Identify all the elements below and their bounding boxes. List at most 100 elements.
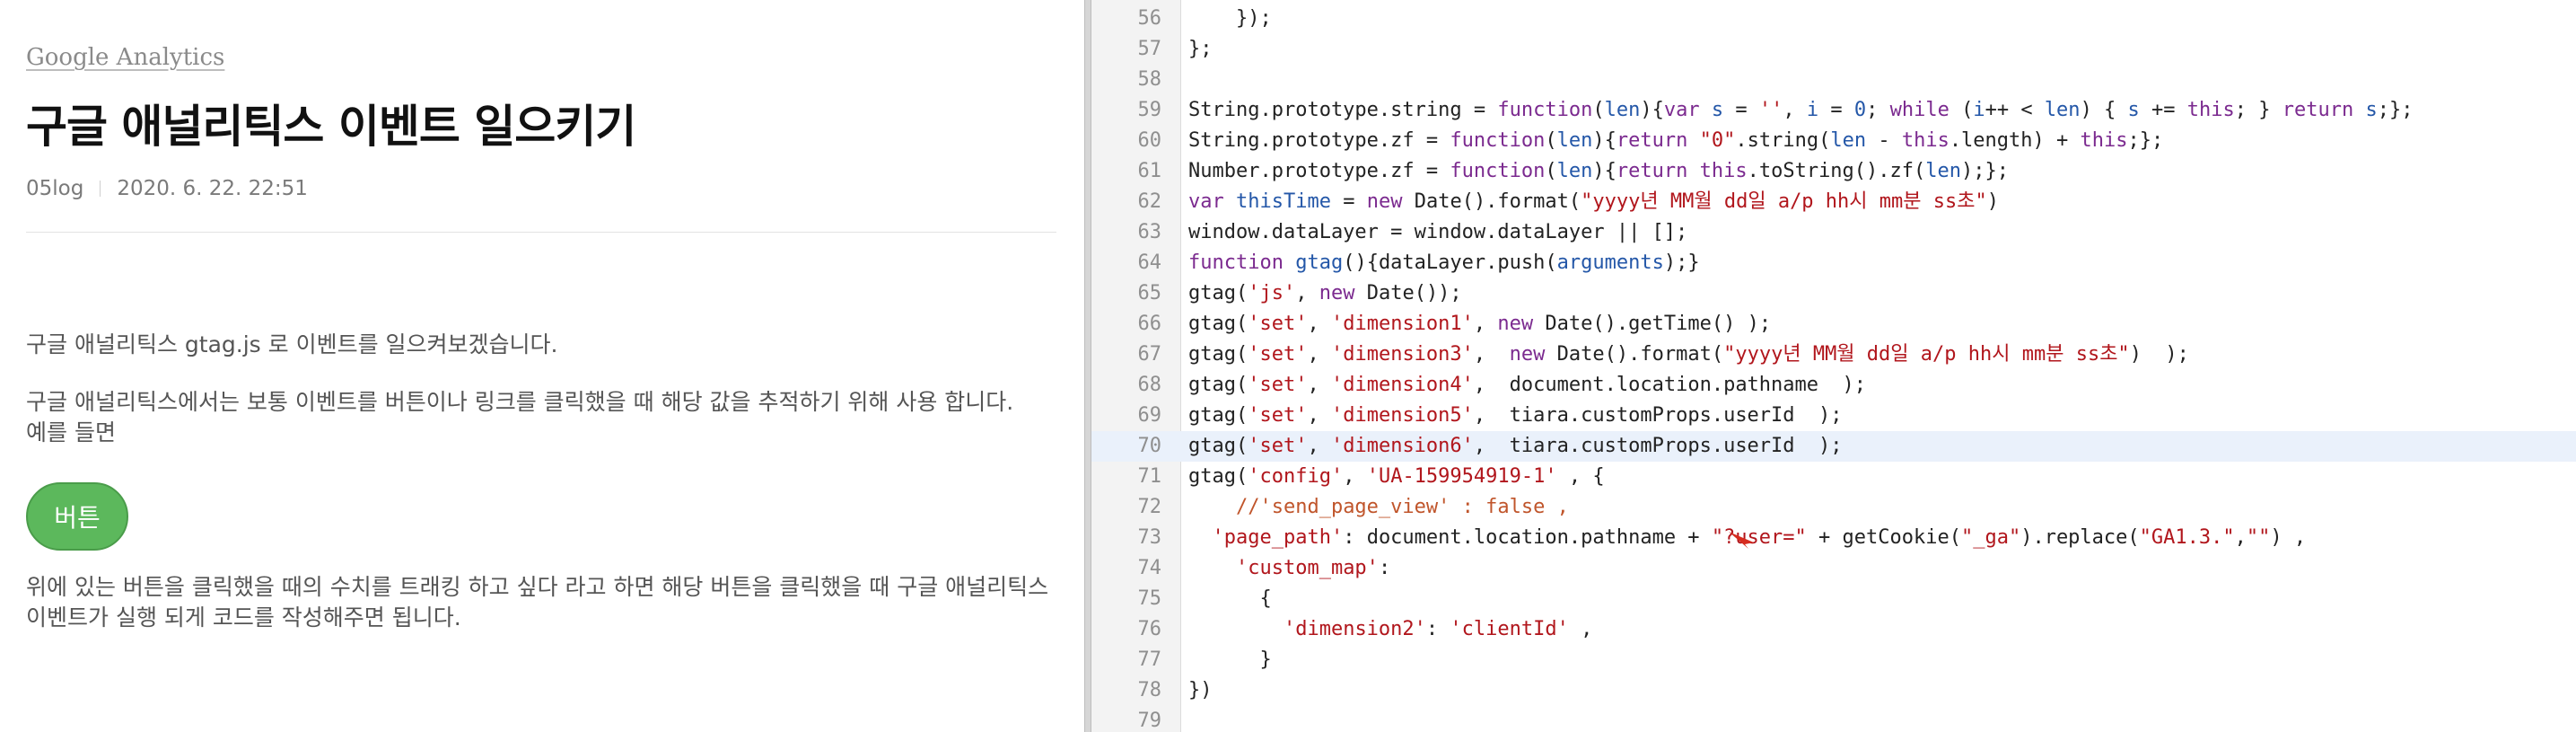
- code-token: +=: [2139, 99, 2187, 121]
- code-token: len: [1604, 99, 1641, 121]
- code-token: ,: [1307, 374, 1331, 396]
- code-line[interactable]: 71 gtag('config', 'UA-159954919-1' , {: [1091, 462, 2576, 492]
- code-token: 'UA-159954919-1': [1366, 465, 1557, 488]
- code-line[interactable]: 57};: [1091, 34, 2576, 65]
- code-text: //'send_page_view' : false ,: [1188, 492, 1569, 523]
- code-token: + getCookie(: [1806, 526, 1961, 549]
- code-token: .toString().zf(: [1747, 160, 1926, 182]
- code-text: window.dataLayer = window.dataLayer || […: [1188, 217, 1687, 248]
- code-token: function: [1450, 129, 1546, 152]
- code-token: "GA1.3.": [2139, 526, 2235, 549]
- code-token: String.prototype.string =: [1188, 99, 1498, 121]
- code-line[interactable]: 75 {: [1091, 584, 2576, 614]
- category-link[interactable]: Google Analytics: [26, 40, 224, 75]
- code-token: "?user=": [1711, 526, 1807, 549]
- line-number: 60: [1137, 129, 1162, 152]
- post-author[interactable]: 05log: [26, 172, 83, 205]
- code-token: len: [1556, 160, 1593, 182]
- code-token: :: [1425, 618, 1450, 640]
- code-token: });: [1188, 7, 1272, 30]
- code-token: gtag(: [1188, 465, 1249, 488]
- code-token: "0": [1699, 129, 1736, 152]
- code-lines[interactable]: 56 }); 57}; 58 59 String.prototype.string = …: [1091, 4, 2576, 732]
- code-token: ,: [1307, 435, 1331, 457]
- code-line[interactable]: 66 gtag('set', 'dimension1', new Date().g…: [1091, 309, 2576, 340]
- code-line[interactable]: 78}): [1091, 675, 2576, 706]
- code-token: gtag(: [1188, 343, 1249, 366]
- code-token: ) );: [2129, 343, 2189, 366]
- code-line[interactable]: 59 String.prototype.string = function(len…: [1091, 95, 2576, 126]
- line-number: 64: [1137, 251, 1162, 274]
- code-line[interactable]: 70 gtag('set', 'dimension6', tiara.custom…: [1091, 431, 2576, 462]
- code-token: var: [1663, 99, 1700, 121]
- code-line[interactable]: 60 String.prototype.zf = function(len){re…: [1091, 126, 2576, 156]
- code-token: :: [1378, 557, 1391, 579]
- code-text: gtag('js', new Date());: [1188, 278, 1462, 309]
- line-number: 72: [1137, 496, 1162, 518]
- code-token: .length) +: [1949, 129, 2081, 152]
- code-line[interactable]: 77 }: [1091, 645, 2576, 675]
- code-line[interactable]: 72 //'send_page_view' : false ,: [1091, 492, 2576, 523]
- paragraph-intro: 구글 애널리틱스 gtag.js 로 이벤트를 일으켜보겠습니다.: [26, 331, 558, 357]
- code-token: new: [1366, 190, 1403, 213]
- code-token: gtag: [1295, 251, 1344, 274]
- code-token: gtag(: [1188, 374, 1249, 396]
- code-token: );}: [1663, 251, 1700, 274]
- post-title: 구글 애널리틱스 이벤트 일으키기: [26, 101, 636, 153]
- code-token: Date());: [1354, 282, 1462, 304]
- code-line[interactable]: 73 'page_path': document.location.pathna…: [1091, 523, 2576, 553]
- code-line[interactable]: 68 gtag('set', 'dimension4', document.loc…: [1091, 370, 2576, 401]
- code-token: 'set': [1248, 435, 1308, 457]
- code-line[interactable]: 76 'dimension2': 'clientId' ,: [1091, 614, 2576, 645]
- code-line[interactable]: 74 'custom_map':: [1091, 553, 2576, 584]
- line-number: 75: [1137, 587, 1162, 610]
- code-token: }): [1188, 679, 1213, 701]
- code-token: ){: [1592, 129, 1617, 152]
- code-token: ).replace(: [2020, 526, 2140, 549]
- code-line[interactable]: 67 gtag('set', 'dimension3', new Date().f…: [1091, 340, 2576, 370]
- code-token: 'js': [1248, 282, 1296, 304]
- code-token: this: [2186, 99, 2235, 121]
- demo-button[interactable]: 버튼: [26, 482, 128, 551]
- panel-splitter[interactable]: [1084, 0, 1091, 732]
- line-number: 76: [1137, 618, 1162, 640]
- line-number: 57: [1137, 38, 1162, 60]
- post-date: 2020. 6. 22. 22:51: [117, 177, 308, 200]
- code-token: =: [1818, 99, 1854, 121]
- code-line[interactable]: 63 window.dataLayer = window.dataLayer ||…: [1091, 217, 2576, 248]
- code-token: i: [1973, 99, 1985, 121]
- code-token: function: [1497, 99, 1593, 121]
- code-token: ;};: [2127, 129, 2164, 152]
- code-line[interactable]: 64 function gtag(){dataLayer.push(argumen…: [1091, 248, 2576, 278]
- code-token: ; }: [2234, 99, 2282, 121]
- code-token: ,: [1295, 282, 1319, 304]
- line-number: 56: [1137, 7, 1162, 30]
- code-line[interactable]: 62 var thisTime = new Date().format("yyyy…: [1091, 187, 2576, 217]
- code-line[interactable]: 58: [1091, 65, 2576, 95]
- code-token: ,: [1307, 343, 1331, 366]
- line-number: 78: [1137, 679, 1162, 701]
- code-token: (: [1545, 160, 1557, 182]
- code-token: =: [1723, 99, 1759, 121]
- code-token: =: [1330, 190, 1367, 213]
- code-token: Number.prototype.zf =: [1188, 160, 1450, 182]
- line-number: 77: [1137, 648, 1162, 671]
- code-token: 'set': [1248, 343, 1308, 366]
- code-viewer[interactable]: 56 }); 57}; 58 59 String.prototype.string = …: [1091, 0, 2576, 732]
- code-token: "": [2246, 526, 2271, 549]
- code-line[interactable]: 69 gtag('set', 'dimension5', tiara.custom…: [1091, 401, 2576, 431]
- code-token: '': [1758, 99, 1783, 121]
- code-line[interactable]: 79: [1091, 706, 2576, 732]
- code-line[interactable]: 61 Number.prototype.zf = function(len){re…: [1091, 156, 2576, 187]
- code-token: 'dimension3': [1330, 343, 1474, 366]
- code-token: ): [1986, 190, 1999, 213]
- code-token: while: [1889, 99, 1950, 121]
- code-line[interactable]: 56 });: [1091, 4, 2576, 34]
- code-line[interactable]: 65 gtag('js', new Date());: [1091, 278, 2576, 309]
